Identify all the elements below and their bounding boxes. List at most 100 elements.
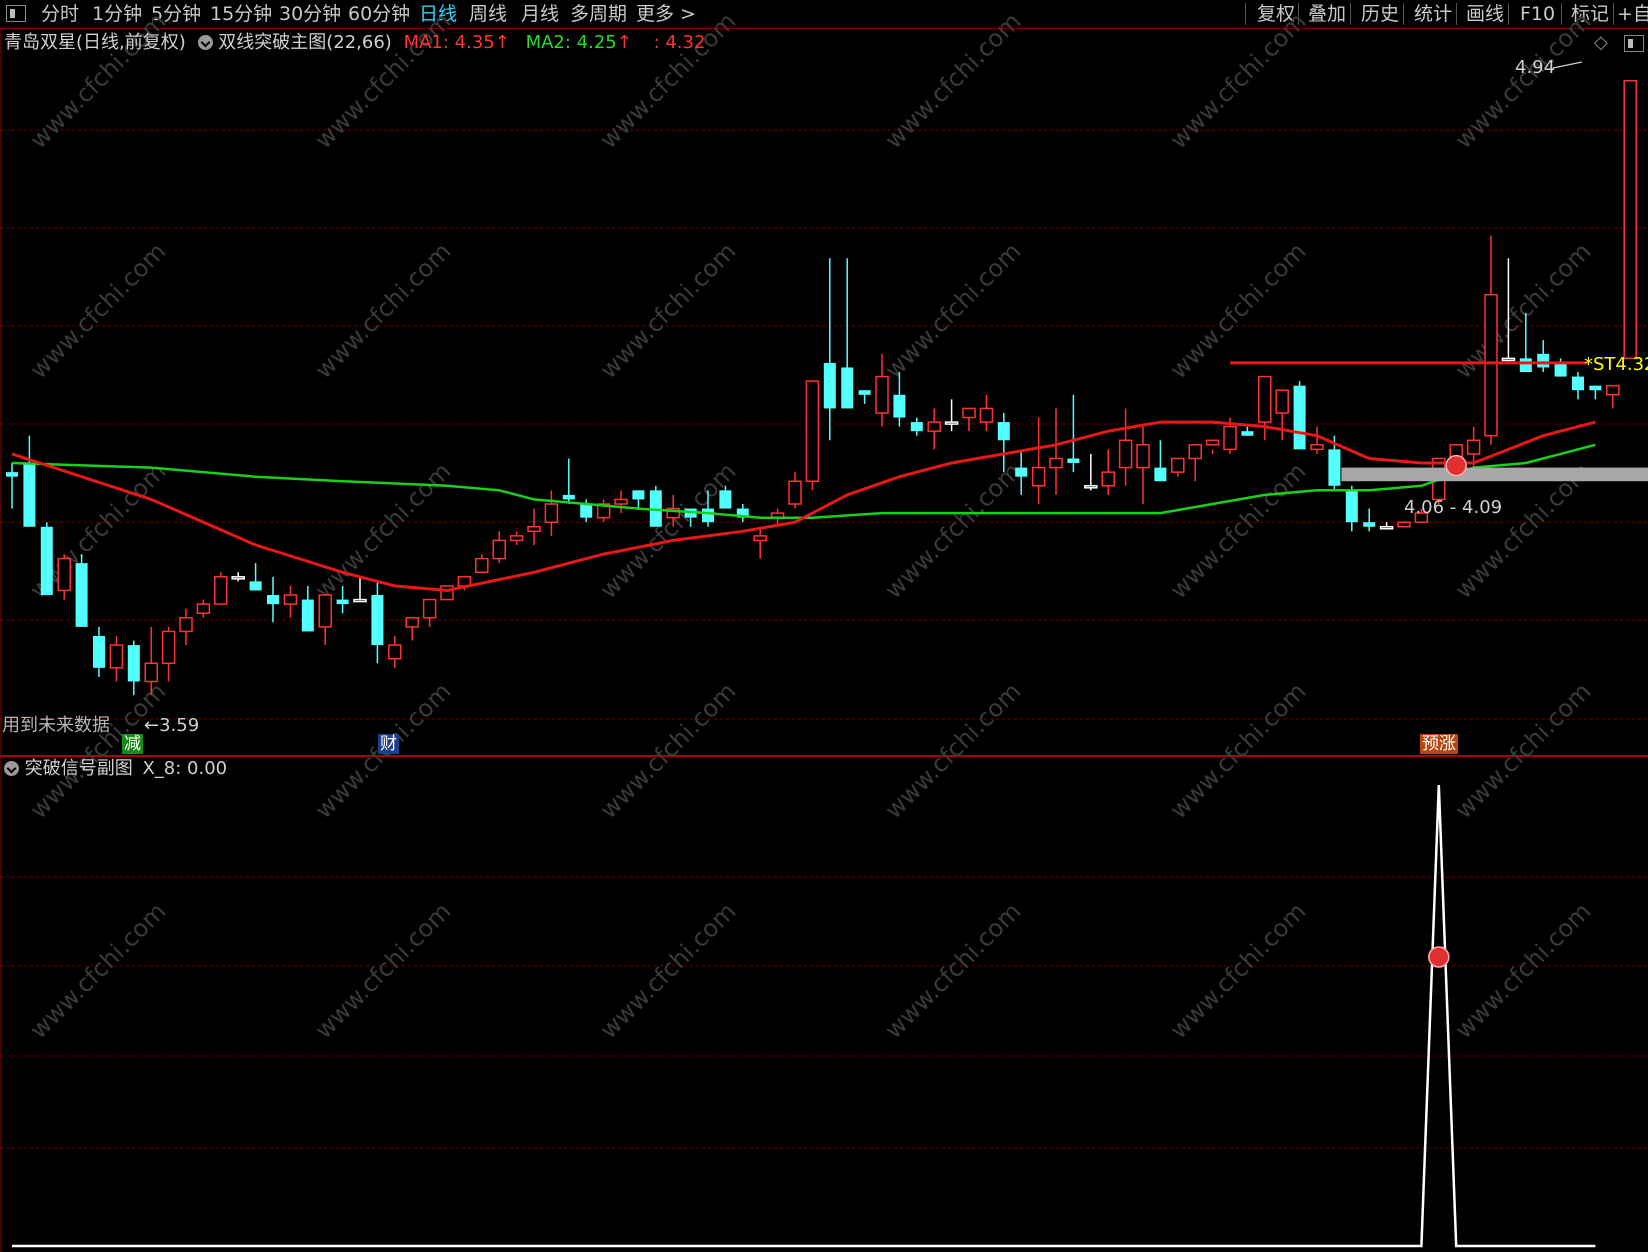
candle-23 (405, 617, 419, 641)
candle-body (527, 526, 541, 533)
x8-signal-line (12, 784, 1596, 1248)
panel-layout-icon[interactable] (1624, 35, 1644, 52)
chart-canvas[interactable]: www.cfchi.com www.cfchi.com www.cfchi.com w… (0, 0, 1648, 1252)
candle-61 (1067, 394, 1080, 473)
indicator-name[interactable]: 双线突破主图(22,66) (218, 32, 392, 53)
candle-body (753, 535, 767, 542)
tag-yuzhang[interactable]: 预涨 (1420, 734, 1458, 754)
candle-35 (614, 490, 628, 514)
signal-ball-icon (1445, 454, 1467, 477)
candle-body (997, 422, 1010, 441)
candle-body (875, 375, 889, 414)
candle-body (805, 380, 820, 482)
candle-14 (249, 563, 262, 591)
stock-title[interactable]: 青岛双星(日线,前复权) (4, 32, 186, 53)
candle-7 (127, 640, 140, 696)
candle-13 (231, 572, 245, 582)
signal-line (12, 784, 1596, 1248)
candle-4 (75, 554, 88, 627)
tag-cai[interactable]: 财 (378, 734, 399, 754)
candle-88 (1537, 340, 1550, 373)
candle-body (1241, 431, 1254, 436)
watermark-4-3: www.cfchi.com (1164, 677, 1311, 824)
candle-body (475, 557, 489, 574)
candle-body (214, 576, 228, 605)
candle-body (614, 498, 628, 505)
candle-body (161, 630, 176, 665)
candle-62 (1084, 453, 1098, 491)
diamond-icon[interactable]: ◇ (1594, 32, 1608, 54)
candle-20 (353, 576, 367, 603)
candle-64 (1118, 408, 1133, 486)
watermark-0-3: www.cfchi.com (24, 677, 171, 824)
watermark-0-4: www.cfchi.com (24, 897, 171, 1044)
ma1-up-arrow-icon: ↑ (494, 32, 510, 53)
candle-9 (161, 626, 176, 682)
candle-body (440, 585, 454, 601)
sub-indicator-name[interactable]: 突破信号副图 (25, 758, 133, 779)
sub-indicator-menu-icon[interactable] (4, 761, 19, 776)
candle-body (702, 508, 714, 523)
candle-body (1293, 385, 1306, 450)
candle-body (562, 494, 575, 500)
candle-73 (1275, 389, 1289, 441)
candle-10 (179, 608, 193, 646)
candle-body (196, 603, 211, 614)
candle-31 (544, 490, 559, 536)
ma2-label: MA2: 4.25 (525, 32, 617, 53)
watermark-0-1: www.cfchi.com (24, 237, 171, 384)
candle-75 (1310, 426, 1324, 454)
watermark-2-4: www.cfchi.com (594, 897, 741, 1044)
watermark-3-2: www.cfchi.com (879, 457, 1026, 604)
candle-body (927, 421, 941, 432)
sub-signal-ball-icon (1428, 946, 1450, 968)
candle-body (1466, 439, 1481, 455)
indicator-menu-icon[interactable] (197, 35, 213, 50)
candle-59 (1031, 417, 1046, 504)
high-price-label: 4.94 (1515, 57, 1556, 78)
candle-body (1188, 444, 1202, 460)
candle-52 (910, 417, 923, 436)
watermark-4-4: www.cfchi.com (1164, 897, 1311, 1044)
candle-54 (944, 399, 959, 432)
extra-value-label: : 4.32 (653, 32, 706, 53)
candle-body (1031, 466, 1046, 487)
candle-91 (1589, 385, 1602, 400)
candle-80 (1397, 521, 1411, 528)
candle-body (858, 390, 871, 395)
candle-79 (1379, 522, 1394, 530)
candle-body (318, 594, 332, 628)
candle-5 (93, 626, 105, 677)
candle-21 (371, 581, 384, 664)
candle-body (1589, 385, 1602, 391)
watermark-1-4: www.cfchi.com (309, 897, 456, 1044)
watermark-5-0: www.cfchi.com (1449, 7, 1596, 154)
candle-body (1015, 467, 1028, 477)
candle-15 (267, 576, 279, 623)
candle-body (1363, 522, 1376, 527)
tag-jian[interactable]: 减 (122, 734, 143, 754)
candle-body (492, 539, 506, 560)
candle-body (57, 557, 71, 592)
candle-body (1537, 353, 1550, 368)
candle-body (371, 595, 384, 646)
candle-74 (1293, 381, 1306, 450)
candle-body (632, 490, 645, 500)
candle-body (979, 407, 994, 423)
candle-body (231, 576, 245, 580)
candle-65 (1136, 426, 1150, 504)
candle-28 (492, 531, 506, 564)
candle-body (93, 635, 105, 668)
candle-body (422, 598, 437, 619)
candle-3 (57, 554, 71, 600)
candle-89 (1554, 358, 1567, 377)
watermark-2-2: www.cfchi.com (594, 457, 741, 604)
candle-body (841, 367, 854, 409)
candle-body (910, 422, 923, 432)
ma2-up-arrow-icon: ↑ (616, 32, 632, 53)
grid (0, 29, 1648, 1252)
watermark-5-4: www.cfchi.com (1449, 897, 1596, 1044)
watermark-0-0: www.cfchi.com (24, 7, 171, 154)
candle-body (509, 535, 524, 542)
candle-body (1484, 293, 1498, 437)
